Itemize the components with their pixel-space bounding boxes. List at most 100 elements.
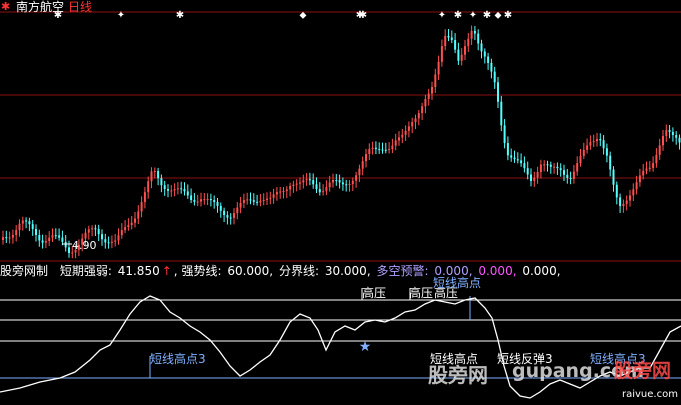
candle-body bbox=[513, 157, 516, 160]
candle-body bbox=[94, 228, 97, 230]
strong-line-label: 强势线: bbox=[181, 264, 222, 278]
warn-label: 多空预警: bbox=[376, 264, 429, 278]
candle-body bbox=[599, 138, 602, 141]
candle-body bbox=[84, 232, 87, 239]
candle-body bbox=[490, 62, 493, 72]
candle-body bbox=[470, 30, 473, 39]
period-label[interactable]: 日线 bbox=[68, 0, 92, 14]
candle-body bbox=[11, 235, 14, 238]
candle-body bbox=[41, 240, 44, 243]
candle-body bbox=[675, 135, 678, 138]
candle-body bbox=[371, 147, 374, 150]
candle-body bbox=[421, 106, 424, 114]
candle-body bbox=[8, 237, 11, 239]
candle-body bbox=[312, 180, 315, 185]
candle-body bbox=[186, 191, 189, 196]
candle-body bbox=[365, 154, 367, 162]
candle-body bbox=[447, 35, 450, 38]
signal-marker-icon: ✦ bbox=[117, 10, 125, 21]
candle-body bbox=[480, 43, 483, 52]
watermark-right-small: raivue.com bbox=[622, 389, 678, 400]
candle-body bbox=[473, 30, 476, 34]
candle-body bbox=[157, 170, 160, 179]
candle-body bbox=[464, 46, 466, 55]
candle-body bbox=[368, 149, 371, 155]
candle-body bbox=[120, 230, 123, 236]
signal-marker-icon: ✱ bbox=[454, 10, 462, 21]
candle-body bbox=[256, 201, 259, 203]
signal-marker-icon: ⬥ bbox=[495, 10, 502, 21]
candle-body bbox=[266, 198, 268, 200]
candle-body bbox=[160, 178, 163, 186]
candle-body bbox=[569, 177, 572, 179]
candle-body bbox=[612, 169, 615, 185]
candle-body bbox=[275, 192, 278, 195]
candle-body bbox=[279, 191, 282, 193]
candle-body bbox=[183, 189, 186, 192]
candle-body bbox=[170, 190, 173, 192]
candle-body bbox=[87, 229, 90, 233]
stock-logo-icon: ✱ bbox=[1, 0, 11, 13]
candle-body bbox=[358, 168, 361, 176]
candle-body bbox=[140, 202, 143, 212]
candle-body bbox=[444, 35, 447, 47]
candle-body bbox=[328, 182, 331, 188]
indicator-curve[interactable] bbox=[0, 295, 681, 399]
candle-body bbox=[252, 200, 255, 202]
candle-body bbox=[341, 182, 344, 185]
candle-body bbox=[381, 149, 384, 151]
candle-body bbox=[572, 171, 575, 179]
candle-body bbox=[348, 184, 351, 186]
candle-body bbox=[523, 163, 526, 169]
candle-body bbox=[332, 179, 334, 183]
candle-body bbox=[127, 225, 130, 228]
candle-body bbox=[440, 46, 443, 62]
candlestick-series[interactable] bbox=[2, 25, 681, 259]
indicator-curve-line bbox=[0, 295, 681, 399]
candle-body bbox=[500, 101, 503, 126]
candle-body bbox=[117, 235, 120, 241]
candle-body bbox=[134, 218, 136, 223]
candle-body bbox=[605, 148, 608, 156]
candle-body bbox=[503, 125, 506, 143]
up-arrow-icon: ↑ bbox=[161, 264, 172, 278]
signal-marker-icon: ✱ bbox=[359, 10, 367, 21]
candle-body bbox=[526, 168, 529, 175]
candle-body bbox=[487, 56, 490, 63]
candle-body bbox=[28, 221, 31, 225]
candle-body bbox=[180, 188, 183, 190]
candle-body bbox=[137, 211, 140, 219]
strong-line-value: 60.000, bbox=[227, 264, 274, 278]
candle-body bbox=[130, 222, 133, 226]
candle-body bbox=[437, 61, 440, 75]
candle-body bbox=[259, 200, 262, 203]
candle-body bbox=[394, 140, 397, 146]
candle-body bbox=[150, 171, 153, 182]
candle-body bbox=[196, 201, 199, 203]
candle-body bbox=[543, 164, 546, 166]
candle-body bbox=[15, 230, 18, 236]
candle-body bbox=[101, 234, 103, 240]
candle-body bbox=[536, 172, 539, 178]
candle-body bbox=[671, 131, 674, 136]
boundary-line-label: 分界线: bbox=[278, 264, 319, 278]
candle-body bbox=[520, 160, 523, 164]
indicator-name[interactable]: 股旁网制 bbox=[0, 264, 48, 278]
stock-chart[interactable]: ✱ ✦ ✱ ⬥ ✱✱ ✦ ✱ ✦ ✱ ⬥ ✱ ★ bbox=[0, 0, 681, 405]
candle-body bbox=[355, 175, 358, 181]
candle-body bbox=[460, 54, 463, 61]
candle-body bbox=[305, 179, 308, 181]
candle-body bbox=[97, 229, 100, 235]
candle-body bbox=[282, 191, 285, 193]
candle-body bbox=[619, 197, 622, 207]
candle-body bbox=[38, 234, 41, 241]
candle-body bbox=[233, 213, 235, 218]
candle-body bbox=[216, 202, 219, 206]
star-icon: ★ bbox=[359, 339, 372, 355]
candle-body bbox=[454, 40, 457, 50]
signal-marker-icon: ✱ bbox=[483, 10, 491, 21]
candle-body bbox=[632, 189, 635, 196]
candle-body bbox=[553, 166, 556, 168]
candle-body bbox=[658, 145, 661, 155]
candle-body bbox=[325, 187, 328, 192]
